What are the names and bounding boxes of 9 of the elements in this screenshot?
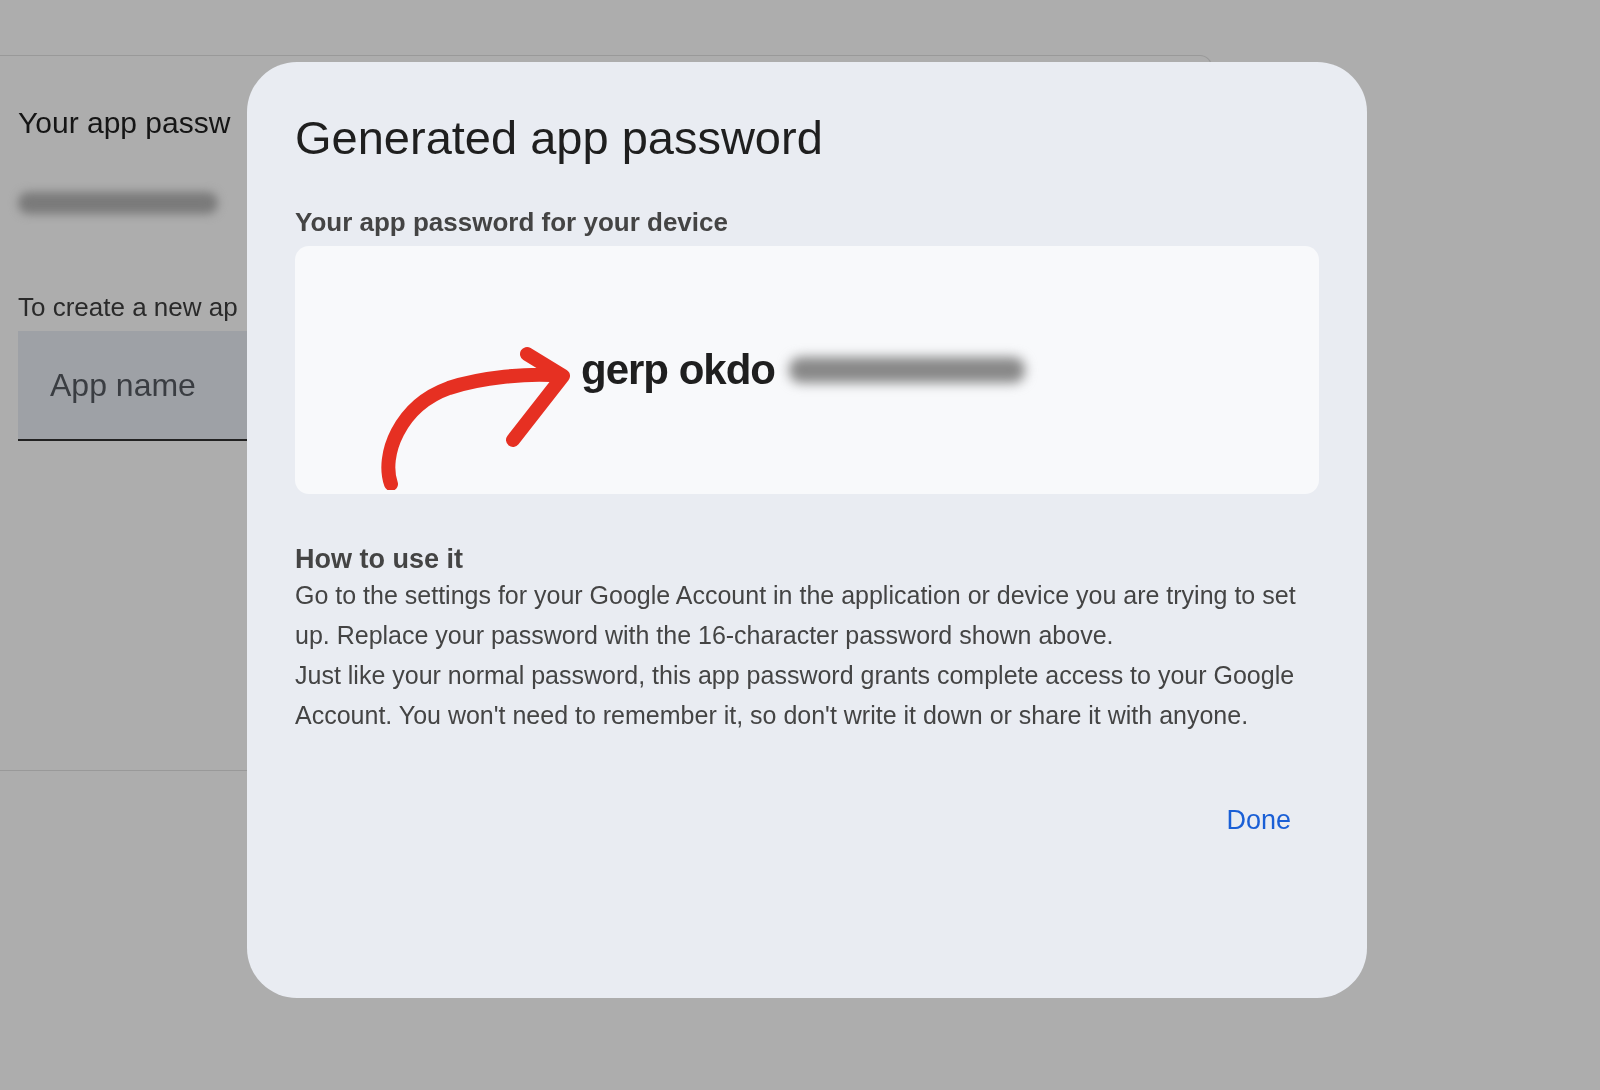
- help-paragraph: Go to the settings for your Google Account in the application or device you are trying to set up. Replace your password with the 16-character password shown above.: [295, 580, 1297, 651]
- dialog-title: Generated app password: [295, 110, 824, 165]
- dialog-subtitle: Your app password for your device: [295, 207, 729, 238]
- done-button[interactable]: Done: [1198, 797, 1319, 844]
- instruction-text: To create a new ap: [18, 292, 238, 323]
- password-text: gerp okdo: [581, 346, 775, 394]
- section-heading: Your app passw: [18, 106, 231, 140]
- help-heading: How to use it: [295, 544, 464, 575]
- help-paragraph: Just like your normal password, this app password grants complete access to your Google Account. You won't need to remember it, so don't write it down or share it with anyone.: [295, 660, 1296, 731]
